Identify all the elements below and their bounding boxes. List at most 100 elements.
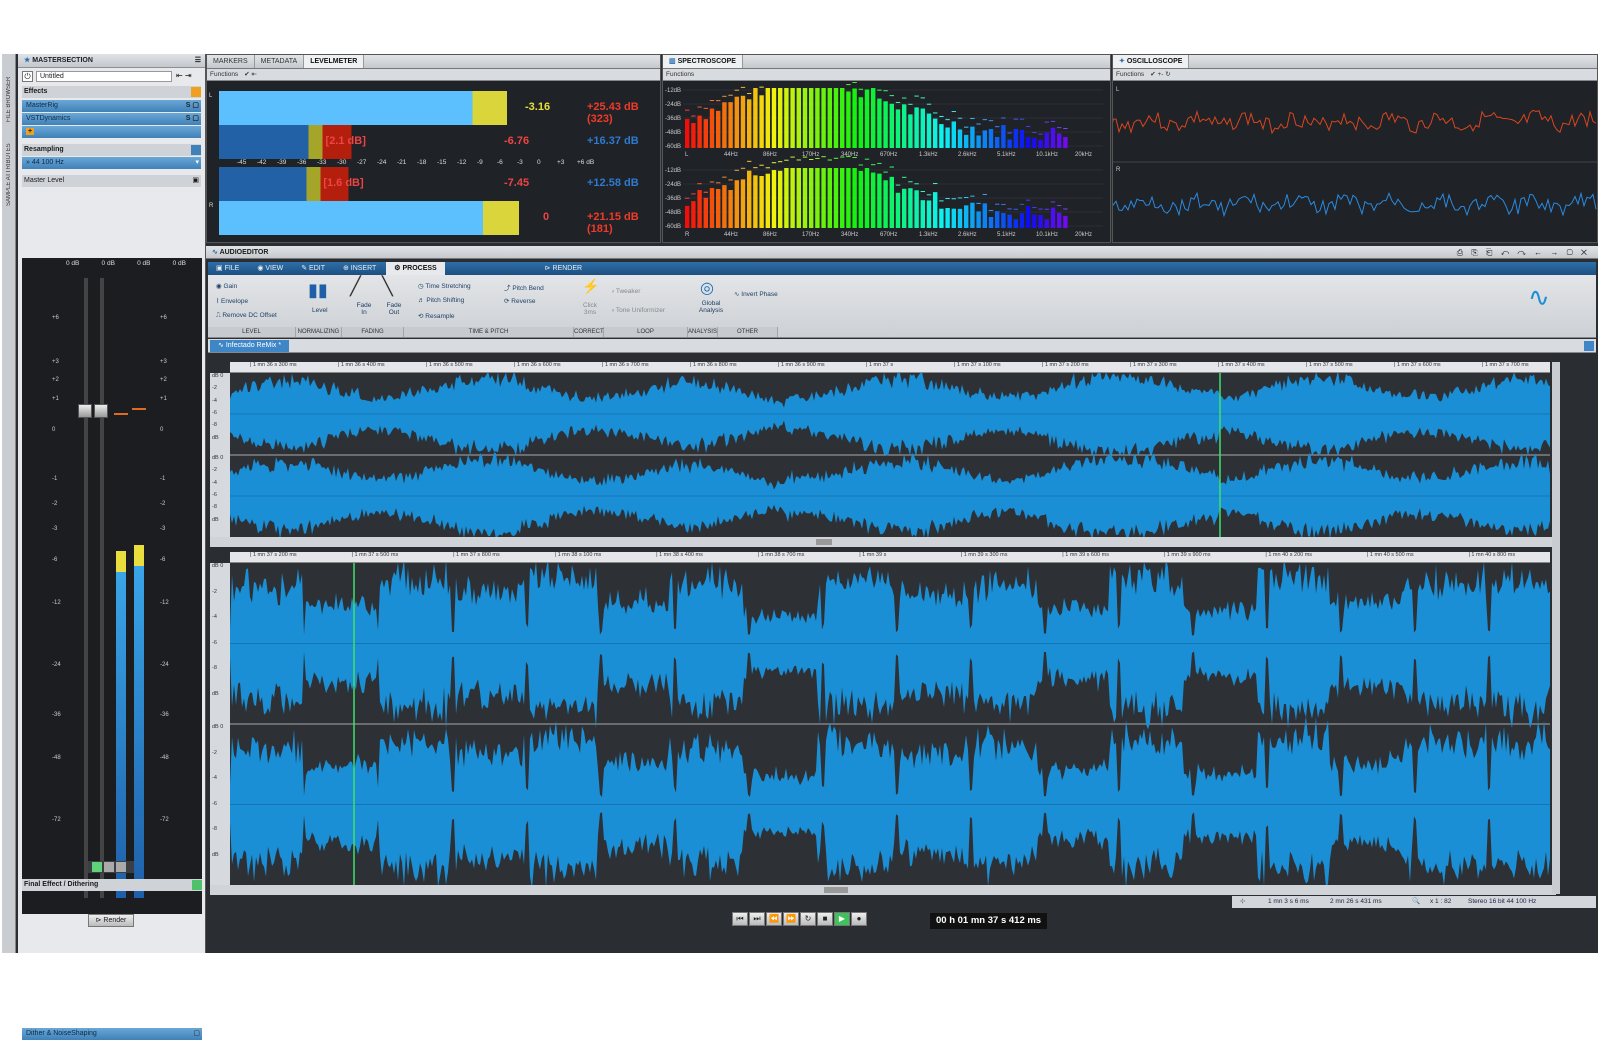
record-icon[interactable]: ● <box>851 912 867 926</box>
tab-menu-icon[interactable] <box>1584 341 1594 351</box>
side-tab-sample-attributes[interactable]: SAMPLE ATTRIBUTES <box>3 140 15 210</box>
solo-icon[interactable]: S ▢ <box>186 113 199 125</box>
main-scrollbar[interactable] <box>210 885 1556 895</box>
effects-toggle-icon[interactable] <box>191 87 201 97</box>
side-tab-file-browser[interactable]: FILE BROWSER <box>3 64 15 134</box>
fade-out-button[interactable]: Fade Out <box>384 302 404 316</box>
stop-icon[interactable]: ■ <box>817 912 833 926</box>
fader-handle-right[interactable] <box>94 404 108 418</box>
tab-metadata[interactable]: METADATA <box>255 55 305 68</box>
time-ruler-overview[interactable]: | 1 mn 36 s 300 ms | 1 mn 36 s 400 ms | 1 … <box>230 362 1550 373</box>
ruler-tick: | 1 mn 36 s 800 ms <box>690 362 737 368</box>
effect-slot-vstdynamics[interactable]: VSTDynamics S ▢ <box>22 113 201 125</box>
ribbon-tab-process[interactable]: ⚙ PROCESS <box>386 262 445 275</box>
db-icon[interactable] <box>104 862 114 872</box>
pitch-shifting-item[interactable]: ♬ Pitch Shifting <box>418 297 464 304</box>
editor-toolbar-icons[interactable]: ⎙ ⎘ ⎗ ↶ ↷ ← → ▢ ✕ <box>1457 246 1590 259</box>
spectrum-bar <box>685 205 690 228</box>
envelope-item[interactable]: ⌇ Envelope <box>216 297 248 305</box>
spectrum-peak-hold <box>747 93 752 95</box>
time-stretching-item[interactable]: ◷ Time Stretching <box>418 282 471 290</box>
preset-field[interactable]: Untitled <box>36 71 172 82</box>
fast-forward-icon[interactable]: ⏩ <box>783 912 799 926</box>
resampling-toggle-icon[interactable] <box>191 145 201 155</box>
zoom-readout[interactable]: x 1 : 82 <box>1430 896 1451 908</box>
spectrum-peak-hold <box>703 191 708 193</box>
link-icon[interactable] <box>92 862 102 872</box>
resample-item[interactable]: ⟲ Resample <box>418 312 455 320</box>
tone-uniformizer-label: Tone Uniformizer <box>615 307 665 314</box>
normalize-level-button[interactable]: Level <box>312 307 328 314</box>
click-3ms-button[interactable]: Click 3ms <box>580 302 600 316</box>
add-icon[interactable]: + <box>26 128 35 135</box>
tool-icons[interactable]: ✔ +- ↻ <box>1150 71 1170 78</box>
slot-box-icon[interactable]: ▢ <box>193 1028 200 1040</box>
final-effect-toggle-icon[interactable] <box>192 880 202 890</box>
render-button[interactable]: ⊳ Render <box>88 914 134 927</box>
tab-spectroscope[interactable]: ▥ SPECTROSCOPE <box>663 55 743 68</box>
rewind-icon[interactable]: ⏪ <box>766 912 782 926</box>
global-analysis-button[interactable]: Global Analysis <box>698 300 724 314</box>
pitch-bend-item[interactable]: ⤴ Pitch Bend <box>504 282 544 292</box>
functions-menu[interactable]: Functions <box>1116 71 1144 78</box>
lock-icon[interactable] <box>116 862 126 872</box>
go-start-icon[interactable]: ⏮ <box>732 912 748 926</box>
selection-readout[interactable]: 1 mn 3 s 6 ms <box>1268 896 1309 908</box>
ruler-tick: | 1 mn 36 s 900 ms <box>778 362 825 368</box>
spectrum-bar <box>951 121 956 148</box>
add-effect-slot[interactable]: + <box>22 126 201 138</box>
vertical-scrollbar[interactable] <box>1552 362 1560 894</box>
tweaker-item[interactable]: ⸗ Tweaker <box>612 288 640 295</box>
check-icon[interactable]: ✔ ⇤ <box>244 71 257 78</box>
ribbon-tab-insert[interactable]: ⊕ INSERT <box>335 262 384 275</box>
remove-dc-offset-item[interactable]: ⎍ Remove DC Offset <box>216 312 277 320</box>
collapse-icon[interactable]: ▣ <box>192 175 199 187</box>
fader-handle-left[interactable] <box>78 404 92 418</box>
chevron-down-icon[interactable]: ▾ <box>195 157 199 169</box>
effect-slot-masterrig[interactable]: MasterRig S ▢ <box>22 100 201 112</box>
spectrum-bar <box>852 168 857 228</box>
menu-icon[interactable]: ☰ <box>195 54 201 68</box>
tab-markers[interactable]: MARKERS <box>207 55 255 68</box>
loop-icon[interactable]: ↻ <box>800 912 816 926</box>
format-readout[interactable]: Stereo 16 bit 44 100 Hz <box>1468 896 1536 908</box>
overview-waveform[interactable] <box>230 373 1550 537</box>
time-display[interactable]: 00 h 01 mn 37 s 412 ms <box>930 913 1048 929</box>
ribbon-tab-file[interactable]: ▣ FILE <box>208 262 247 275</box>
functions-menu[interactable]: Functions <box>666 71 694 78</box>
overview-scroll-thumb[interactable] <box>816 539 832 545</box>
length-readout[interactable]: 2 mn 26 s 431 ms <box>1330 896 1382 908</box>
power-icon[interactable]: ⏻ <box>22 71 33 82</box>
ribbon-tab-edit[interactable]: ✎ EDIT <box>293 262 333 275</box>
zoom-icon[interactable]: 🔍 <box>1412 896 1420 908</box>
fade-in-button[interactable]: Fade In <box>354 302 374 316</box>
reverse-item[interactable]: ⟳ Reverse <box>504 297 535 305</box>
ribbon-tab-render[interactable]: ⊳ RENDER <box>537 262 590 275</box>
play-icon[interactable]: ▶ <box>834 912 850 926</box>
resampling-select[interactable]: » 44 100 Hz ▾ <box>22 157 201 169</box>
dither-slot[interactable]: Dither & NoiseShaping ▢ <box>22 1028 202 1040</box>
file-tab-bar: ∿ Infectado ReMix * <box>208 339 1596 353</box>
level-scale-tick: -3 <box>517 159 523 166</box>
main-waveform[interactable] <box>230 563 1550 885</box>
tab-oscilloscope[interactable]: ✦ OSCILLOSCOPE <box>1113 55 1190 68</box>
preset-nav-icon[interactable]: ⇤ ⇥ <box>176 71 192 80</box>
overview-scrollbar[interactable] <box>210 537 1556 547</box>
gain-item[interactable]: ◉ Gain <box>216 282 237 290</box>
go-end-icon[interactable]: ⏭ <box>749 912 765 926</box>
time-ruler-main[interactable]: | 1 mn 37 s 200 ms | 1 mn 37 s 500 ms | 1 … <box>230 552 1550 563</box>
main-scroll-thumb[interactable] <box>824 887 848 893</box>
spectrum-bar <box>734 96 739 148</box>
level-scale-tick: -24 <box>377 159 387 166</box>
spectrum-peak-hold <box>765 167 770 169</box>
tone-uniformizer-item[interactable]: ⸗ Tone Uniformizer <box>612 307 665 314</box>
solo-icon[interactable]: S ▢ <box>186 100 199 112</box>
ribbon-tab-view[interactable]: ◉ VIEW <box>249 262 291 275</box>
spectrum-bar <box>759 176 764 228</box>
spectrum-peak-hold <box>1063 208 1068 210</box>
invert-phase-item[interactable]: ∿ Invert Phase <box>734 290 778 298</box>
functions-menu[interactable]: Functions <box>210 71 238 78</box>
ruler-tick: | 1 mn 39 s 600 ms <box>1062 552 1109 558</box>
tab-levelmeter[interactable]: LEVELMETER <box>304 55 365 68</box>
file-tab-infectado-remix[interactable]: ∿ Infectado ReMix * <box>210 340 290 352</box>
